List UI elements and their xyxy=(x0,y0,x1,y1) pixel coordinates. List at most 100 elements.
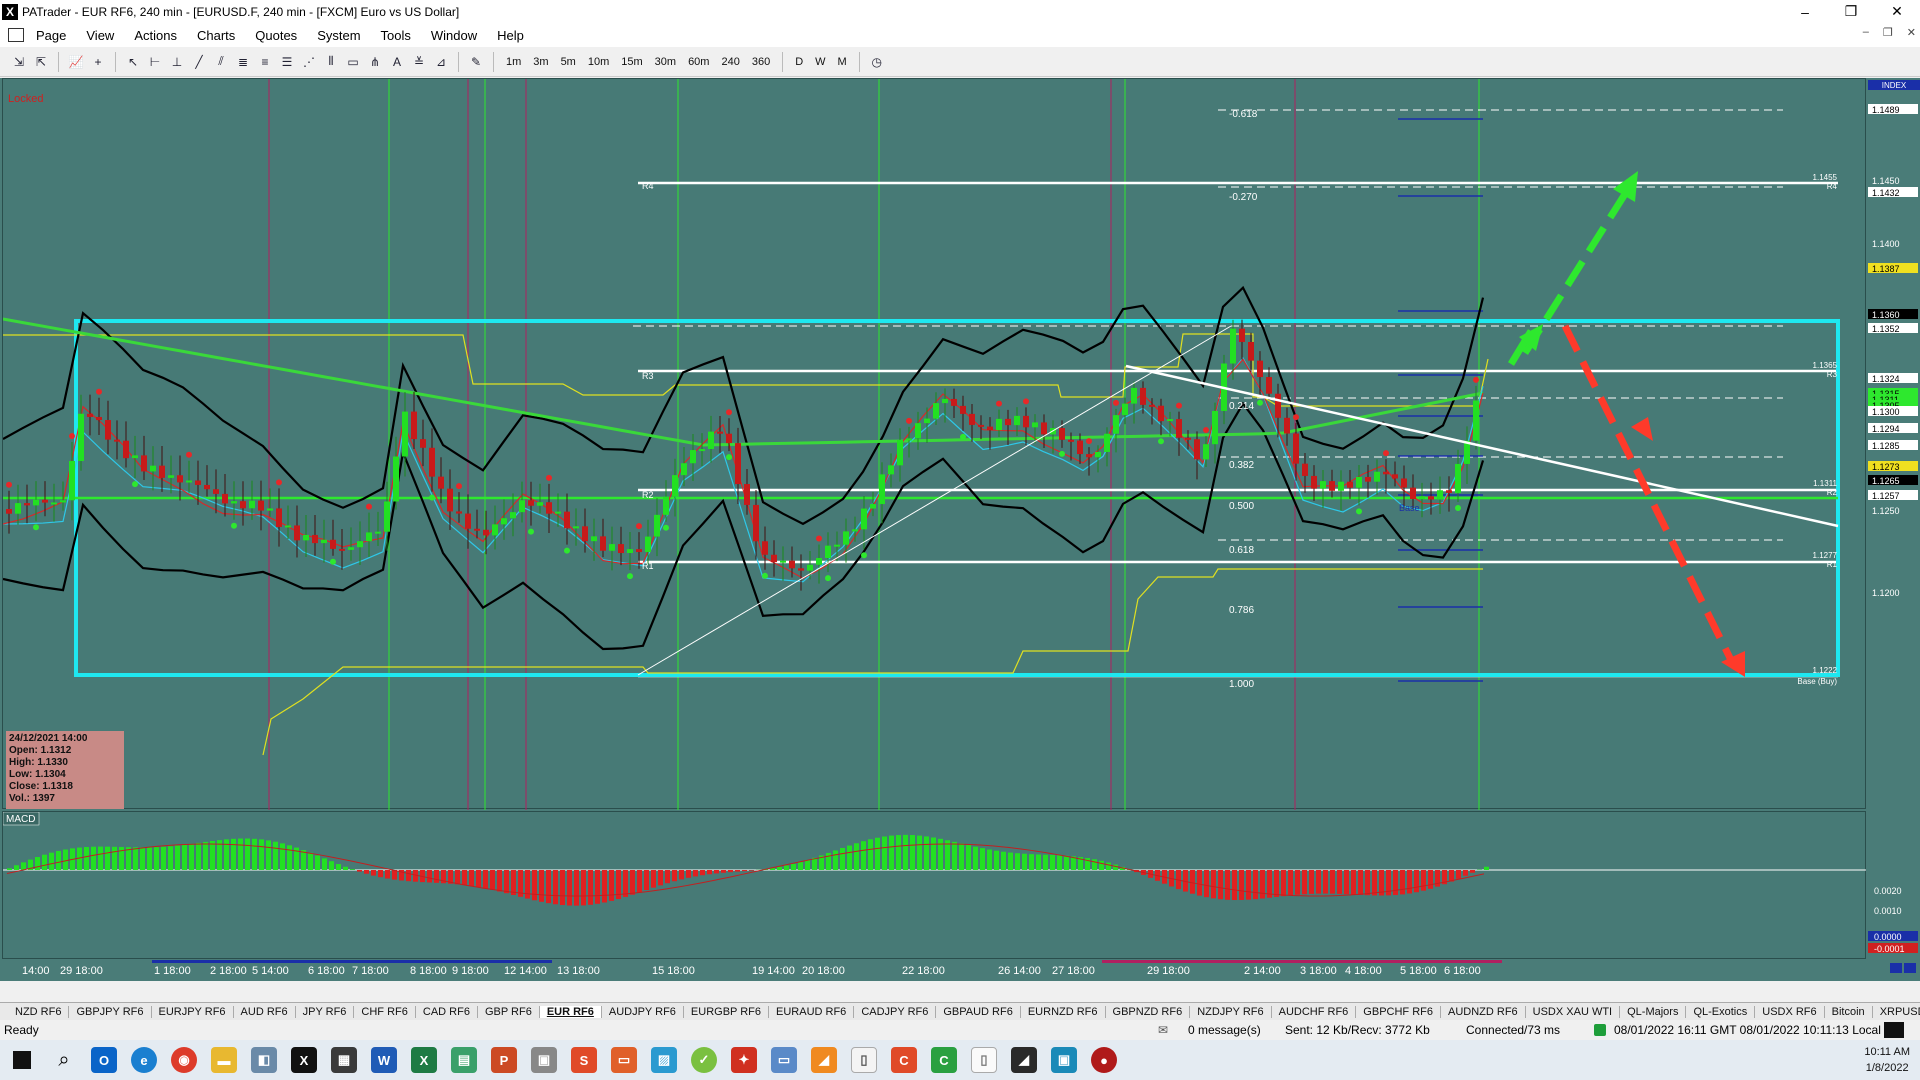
image-app-icon[interactable]: ▨ xyxy=(644,1040,684,1080)
page-icon[interactable] xyxy=(8,28,24,42)
symbol-tab[interactable]: CAD RF6 xyxy=(416,1005,478,1018)
menu-help[interactable]: Help xyxy=(487,28,534,43)
text-icon[interactable]: A xyxy=(388,53,406,71)
fib-retracement-icon[interactable]: ☰ xyxy=(278,53,296,71)
mail-icon[interactable]: ✉ xyxy=(1158,1023,1168,1037)
restore-button[interactable]: ❐ xyxy=(1828,0,1874,23)
symbol-tab[interactable]: EURNZD RF6 xyxy=(1021,1005,1106,1018)
edge-icon[interactable]: e xyxy=(124,1040,164,1080)
date-scroll-left[interactable] xyxy=(1890,963,1902,973)
fib-extension-icon[interactable]: ≡ xyxy=(256,53,274,71)
gann-icon[interactable]: ⊿ xyxy=(432,53,450,71)
trendline-icon[interactable]: ╱ xyxy=(190,53,208,71)
symbol-tab[interactable]: USDX XAU WTI xyxy=(1526,1005,1621,1018)
symbol-tab[interactable]: EURGBP RF6 xyxy=(684,1005,770,1018)
close-button[interactable]: ✕ xyxy=(1874,0,1920,23)
symbol-tab[interactable]: EUR RF6 xyxy=(539,1005,602,1018)
search-icon[interactable]: ⌕ xyxy=(44,1040,84,1080)
fan-icon[interactable]: ⋰ xyxy=(300,53,318,71)
menu-system[interactable]: System xyxy=(307,28,370,43)
zoom-out-icon[interactable]: ⇱ xyxy=(32,53,50,71)
mdi-minimize-button[interactable]: – xyxy=(1863,26,1869,39)
symbol-tab[interactable]: GBPNZD RF6 xyxy=(1106,1005,1191,1018)
symbol-tab[interactable]: CHF RF6 xyxy=(354,1005,416,1018)
document-icon[interactable]: ▯ xyxy=(844,1040,884,1080)
menu-tools[interactable]: Tools xyxy=(371,28,421,43)
timeframe-1m[interactable]: 1m xyxy=(502,56,525,68)
symbol-tab[interactable]: GBPJPY RF6 xyxy=(69,1005,152,1018)
outlook-icon[interactable]: O xyxy=(84,1040,124,1080)
crosshair-icon[interactable]: + xyxy=(89,53,107,71)
slides-icon[interactable]: ▭ xyxy=(604,1040,644,1080)
symbol-tab[interactable]: USDX RF6 xyxy=(1755,1005,1825,1018)
symbol-tab[interactable]: GBPCHF RF6 xyxy=(1356,1005,1441,1018)
symbol-tab[interactable]: AUDNZD RF6 xyxy=(1441,1005,1526,1018)
menu-charts[interactable]: Charts xyxy=(187,28,245,43)
green-c-app-icon[interactable]: C xyxy=(924,1040,964,1080)
price-pane[interactable]: Locked -0.618 -0.270 0.214 0.382 0.500 0… xyxy=(2,78,1866,810)
symbol-tab[interactable]: GBP RF6 xyxy=(478,1005,540,1018)
period-monthly[interactable]: M xyxy=(834,56,851,68)
symbol-tab[interactable]: NZDJPY RF6 xyxy=(1190,1005,1272,1018)
network-drive-icon[interactable]: ▭ xyxy=(764,1040,804,1080)
menu-window[interactable]: Window xyxy=(421,28,487,43)
time-zones-icon[interactable]: ⦀ xyxy=(322,53,340,71)
macd-pane[interactable]: MACD xyxy=(2,811,1867,959)
blank-doc-icon[interactable]: ▯ xyxy=(964,1040,1004,1080)
timeframe-360[interactable]: 360 xyxy=(748,56,774,68)
app-icon-generic[interactable]: ◧ xyxy=(244,1040,284,1080)
timeframe-5m[interactable]: 5m xyxy=(557,56,580,68)
drawing-tools-icon[interactable]: ✎ xyxy=(467,53,485,71)
timeframe-3m[interactable]: 3m xyxy=(529,56,552,68)
timeframe-30m[interactable]: 30m xyxy=(651,56,680,68)
mdi-restore-button[interactable]: ❐ xyxy=(1883,26,1893,39)
timeframe-15m[interactable]: 15m xyxy=(617,56,646,68)
menu-page[interactable]: Page xyxy=(26,28,76,43)
period-weekly[interactable]: W xyxy=(811,56,829,68)
powerpoint-icon[interactable]: P xyxy=(484,1040,524,1080)
pivot-icon[interactable]: ≚ xyxy=(410,53,428,71)
c-app-icon[interactable]: C xyxy=(884,1040,924,1080)
horizontal-line-icon[interactable]: ⊢ xyxy=(146,53,164,71)
symbol-tab[interactable]: Bitcoin xyxy=(1825,1005,1873,1018)
spreadsheet-icon[interactable]: ▤ xyxy=(444,1040,484,1080)
dark-app-icon[interactable]: ◢ xyxy=(1004,1040,1044,1080)
minimize-button[interactable]: – xyxy=(1782,0,1828,23)
symbol-tab[interactable]: QL-Exotics xyxy=(1686,1005,1756,1018)
chrome-icon[interactable]: ◉ xyxy=(164,1040,204,1080)
symbol-tab[interactable]: JPY RF6 xyxy=(296,1005,355,1018)
teal-app-icon[interactable]: ▣ xyxy=(1044,1040,1084,1080)
timeframe-10m[interactable]: 10m xyxy=(584,56,613,68)
chart-icon[interactable]: 📈 xyxy=(67,53,85,71)
record-app-icon[interactable]: ● xyxy=(1084,1040,1124,1080)
zoom-in-icon[interactable]: ⇲ xyxy=(10,53,28,71)
menu-quotes[interactable]: Quotes xyxy=(245,28,307,43)
storage-icon[interactable]: ▣ xyxy=(524,1040,564,1080)
menu-view[interactable]: View xyxy=(76,28,124,43)
symbol-tab[interactable]: CADJPY RF6 xyxy=(854,1005,937,1018)
andrews-pitchfork-icon[interactable]: ⋔ xyxy=(366,53,384,71)
symbol-tab[interactable]: EURAUD RF6 xyxy=(769,1005,855,1018)
date-scroll-right[interactable] xyxy=(1904,963,1916,973)
symbol-tab[interactable]: QL-Majors xyxy=(1620,1005,1687,1018)
clock-icon[interactable]: ◷ xyxy=(868,53,886,71)
symbol-tab[interactable]: GBPAUD RF6 xyxy=(936,1005,1021,1018)
word-icon[interactable]: W xyxy=(364,1040,404,1080)
rectangle-icon[interactable]: ▭ xyxy=(344,53,362,71)
green-app-icon[interactable]: ✓ xyxy=(684,1040,724,1080)
red-app-icon[interactable]: ✦ xyxy=(724,1040,764,1080)
symbol-tab[interactable]: XRPUSDRF6 xyxy=(1873,1006,1920,1018)
symbol-tab[interactable]: AUD RF6 xyxy=(234,1005,296,1018)
symbol-tab[interactable]: AUDJPY RF6 xyxy=(602,1005,684,1018)
file-explorer-icon[interactable]: ▬ xyxy=(204,1040,244,1080)
excel-icon[interactable]: X xyxy=(404,1040,444,1080)
calculator-icon[interactable]: ▦ xyxy=(324,1040,364,1080)
taskbar-clock[interactable]: 10:11 AM 1/8/2022 xyxy=(1864,1044,1910,1076)
vertical-line-icon[interactable]: ⊥ xyxy=(168,53,186,71)
menu-actions[interactable]: Actions xyxy=(124,28,187,43)
app-s-icon[interactable]: S xyxy=(564,1040,604,1080)
channel-icon[interactable]: ⫽ xyxy=(212,53,230,71)
mdi-close-button[interactable]: ✕ xyxy=(1907,26,1916,39)
period-daily[interactable]: D xyxy=(791,56,807,68)
symbol-tab[interactable]: NZD RF6 xyxy=(8,1005,70,1018)
